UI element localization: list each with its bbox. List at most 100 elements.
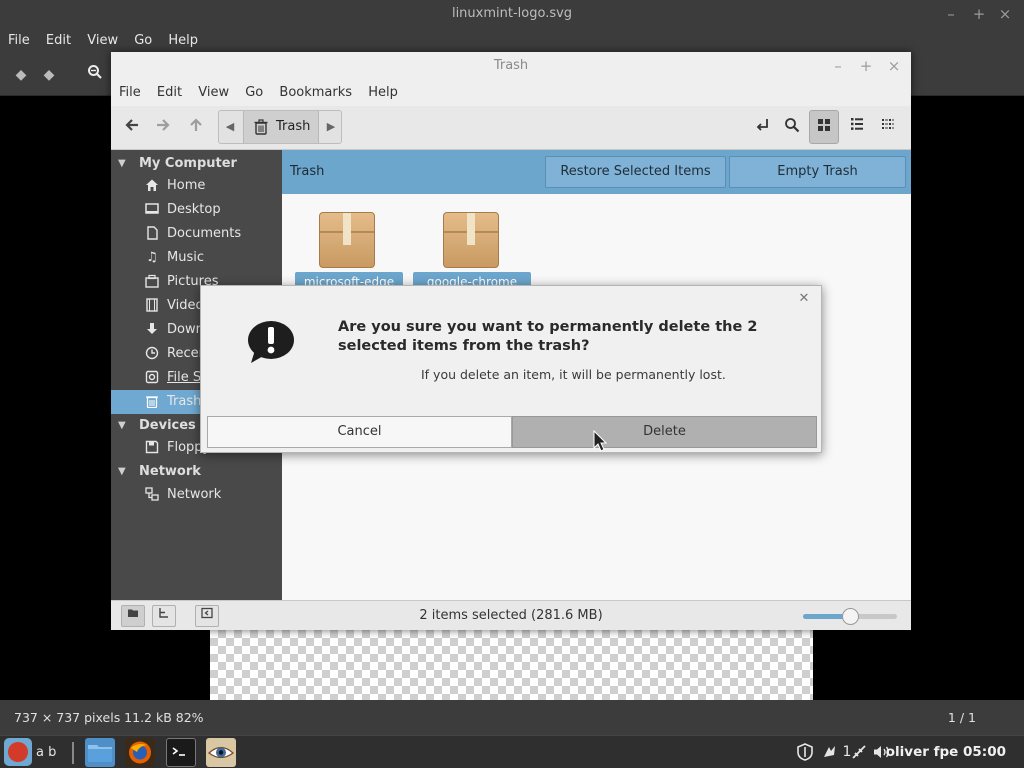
- menu-edit[interactable]: Edit: [157, 80, 182, 106]
- path-crumb-label: Trash: [276, 119, 311, 134]
- menu-view[interactable]: View: [198, 80, 229, 106]
- download-arrow-icon: [144, 322, 160, 338]
- network-tray-icon[interactable]: [851, 736, 867, 768]
- search-icon: [785, 118, 800, 133]
- shield-icon[interactable]: [797, 736, 813, 768]
- viewer-title: linuxmint-logo.svg: [451, 6, 573, 21]
- list-view-button[interactable]: [842, 110, 872, 144]
- terminal-launcher[interactable]: [166, 738, 196, 767]
- menu-go[interactable]: Go: [245, 80, 263, 106]
- location-entry-icon: [756, 119, 768, 131]
- delete-confirmation-dialog: ✕ Are you sure you want to permanently d…: [200, 285, 822, 453]
- maximize-icon[interactable]: +: [855, 52, 877, 80]
- sidebar-item-documents[interactable]: Documents: [111, 222, 282, 246]
- file-item-microsoft-edge[interactable]: [317, 208, 377, 270]
- firefox-launcher[interactable]: [125, 738, 155, 767]
- package-icon: [443, 212, 499, 268]
- menu-file[interactable]: File: [119, 80, 141, 106]
- location-label: Trash: [290, 164, 325, 179]
- expander-down-icon: ▼: [118, 466, 126, 477]
- maximize-icon[interactable]: +: [968, 0, 990, 28]
- search-button[interactable]: [781, 117, 803, 139]
- nemo-menubar: File Edit View Go Bookmarks Help: [111, 80, 911, 106]
- taskbar: a b 1 oliver fpe 05:00: [0, 735, 1024, 768]
- transparency-checkerboard: [210, 630, 813, 700]
- package-icon: [319, 212, 375, 268]
- minimize-icon[interactable]: –: [940, 0, 962, 28]
- desktop-icon: [144, 202, 160, 218]
- sidebar-item-network[interactable]: Network: [111, 483, 282, 507]
- network-icon: [144, 487, 160, 503]
- dialog-close-icon[interactable]: ✕: [797, 291, 811, 307]
- folder-icon: [88, 745, 112, 762]
- dialog-title: Are you sure you want to permanently del…: [338, 319, 758, 354]
- cancel-button[interactable]: Cancel: [207, 416, 512, 448]
- update-icon: [824, 746, 835, 757]
- viewer-statusbar: 737 × 737 pixels 11.2 kB 82% 1 / 1: [0, 700, 1024, 735]
- viewer-titlebar: linuxmint-logo.svg – + ×: [0, 0, 1024, 28]
- camera-icon: [144, 274, 160, 290]
- expander-down-icon: ▼: [118, 158, 126, 169]
- nemo-titlebar: Trash – + ×: [111, 52, 911, 80]
- menu-logo-icon: [8, 742, 28, 762]
- menu-label[interactable]: a b: [36, 736, 56, 768]
- path-left-chevron-icon[interactable]: ◀: [219, 111, 241, 143]
- image-page-count: 1 / 1: [947, 710, 976, 725]
- arrow-right-icon[interactable]: ◆: [38, 64, 60, 86]
- clock[interactable]: oliver fpe 05:00: [886, 736, 1006, 768]
- viewer-menu-edit[interactable]: Edit: [46, 28, 71, 54]
- up-button[interactable]: [185, 117, 207, 139]
- arrow-left-icon: [125, 119, 138, 131]
- menu-bookmarks[interactable]: Bookmarks: [279, 80, 352, 106]
- back-button[interactable]: [121, 117, 143, 139]
- empty-trash-button[interactable]: Empty Trash: [729, 156, 906, 188]
- trash-icon: [253, 119, 269, 135]
- close-icon[interactable]: ×: [883, 52, 905, 80]
- compact-view-button[interactable]: [873, 110, 903, 144]
- grid-icon: [818, 119, 830, 131]
- clock-icon: [144, 346, 160, 362]
- start-menu-button[interactable]: [4, 738, 32, 766]
- zoom-icon[interactable]: [84, 64, 106, 86]
- taskbar-separator: [72, 742, 74, 764]
- path-bar: ◀ Trash ▶: [218, 110, 342, 144]
- viewer-menu-go[interactable]: Go: [134, 28, 152, 54]
- image-info: 737 × 737 pixels 11.2 kB 82%: [14, 710, 204, 725]
- sidebar-item-home[interactable]: Home: [111, 174, 282, 198]
- toggle-location-button[interactable]: [751, 117, 773, 139]
- warning-speech-bubble-icon: [248, 321, 294, 363]
- viewer-menu-help[interactable]: Help: [168, 28, 198, 54]
- viewer-menu-view[interactable]: View: [87, 28, 118, 54]
- nemo-toolbar: ◀ Trash ▶: [111, 106, 911, 150]
- viewer-menu-file[interactable]: File: [8, 28, 30, 54]
- icon-view-button[interactable]: [809, 110, 839, 144]
- film-icon: [144, 298, 160, 314]
- restore-selected-button[interactable]: Restore Selected Items: [545, 156, 726, 188]
- zoom-slider-handle[interactable]: [842, 608, 859, 625]
- file-item-google-chrome[interactable]: [441, 208, 501, 270]
- arrow-left-icon[interactable]: ◆: [10, 64, 32, 86]
- image-viewer-launcher[interactable]: [206, 738, 236, 767]
- close-icon[interactable]: ×: [994, 0, 1016, 28]
- minimize-icon[interactable]: –: [827, 52, 849, 80]
- viewer-menubar: File Edit View Go Help: [0, 28, 1024, 54]
- arrow-right-icon: [157, 119, 170, 131]
- firefox-icon: [129, 741, 151, 764]
- sidebar-heading-network[interactable]: ▼ Network: [111, 460, 282, 483]
- menu-help[interactable]: Help: [368, 80, 398, 106]
- path-right-chevron-icon[interactable]: ▶: [320, 111, 342, 143]
- document-icon: [144, 226, 160, 242]
- forward-button[interactable]: [152, 117, 174, 139]
- path-crumb-trash[interactable]: Trash: [243, 111, 319, 143]
- sidebar-item-desktop[interactable]: Desktop: [111, 198, 282, 222]
- folder-launcher[interactable]: [85, 738, 115, 767]
- delete-button[interactable]: Delete: [512, 416, 817, 448]
- nemo-statusbar: 2 items selected (281.6 MB): [111, 600, 911, 630]
- sidebar-item-music[interactable]: ♫ Music: [111, 246, 282, 270]
- updates-indicator[interactable]: 1: [822, 736, 851, 768]
- zoom-slider[interactable]: [803, 608, 897, 625]
- selection-status: 2 items selected (281.6 MB): [419, 608, 603, 623]
- sidebar-heading-my-computer[interactable]: ▼ My Computer: [111, 152, 282, 175]
- window-title: Trash: [493, 58, 529, 73]
- expander-down-icon: ▼: [118, 420, 126, 431]
